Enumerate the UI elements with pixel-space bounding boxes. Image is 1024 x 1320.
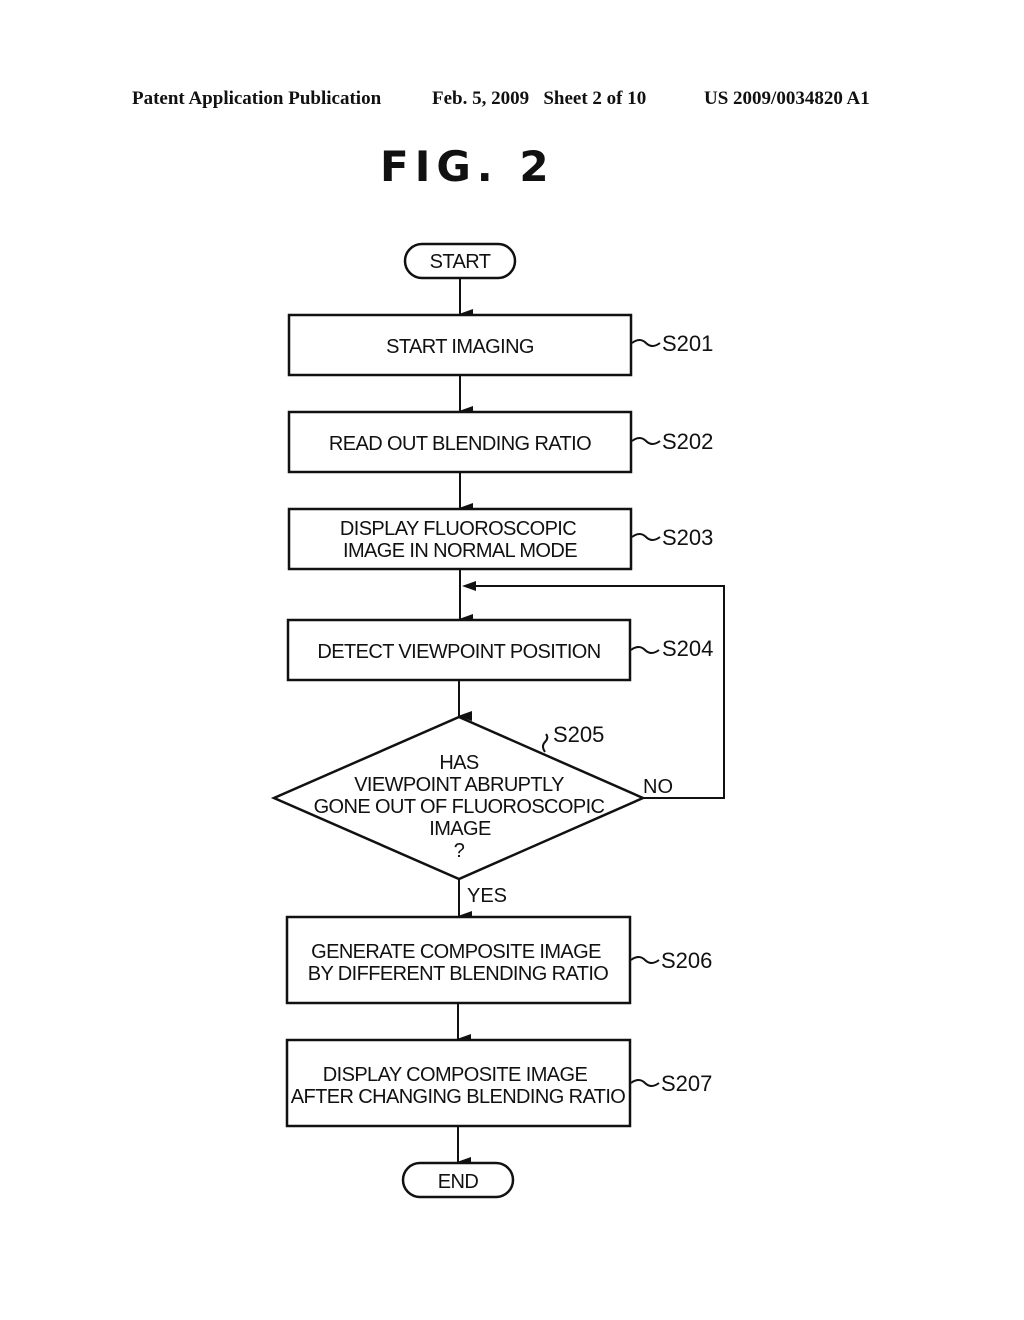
decision-s205-label: S205 [553,722,604,747]
decision-text-line5: ? [454,840,465,862]
step-s203-label: S203 [662,525,713,550]
decision-text-line1: HAS [439,752,479,774]
step-s202-text: READ OUT BLENDING RATIO [329,433,591,455]
leader-s203 [631,533,661,541]
start-label: START [430,251,491,273]
end-terminal: END [401,1161,515,1199]
step-s206-text-line1: GENERATE COMPOSITE IMAGE [311,941,601,963]
yes-branch-label: YES [467,885,507,907]
end-label: END [438,1171,479,1193]
step-s201-text: START IMAGING [386,336,534,358]
step-s202-label: S202 [662,429,713,454]
decision-text-line3: GONE OUT OF FLUOROSCOPIC [314,796,605,818]
decision-s205: HAS VIEWPOINT ABRUPTLY GONE OUT OF FLUOR… [270,715,673,907]
step-s206-text-line2: BY DIFFERENT BLENDING RATIO [308,963,609,985]
decision-text-line2: VIEWPOINT ABRUPTLY [354,774,564,796]
step-s204-text: DETECT VIEWPOINT POSITION [317,641,600,663]
leader-s205 [542,733,549,753]
step-s204-label: S204 [662,636,713,661]
start-terminal: START [403,242,517,280]
step-s203-text-line2: IMAGE IN NORMAL MODE [343,540,577,562]
no-branch-label: NO [643,776,673,798]
step-s204: DETECT VIEWPOINT POSITION S204 [286,618,713,682]
step-s202: READ OUT BLENDING RATIO S202 [287,410,713,474]
leader-s201 [631,339,661,347]
leader-s202 [631,437,661,445]
step-s206-label: S206 [661,948,712,973]
step-s206: GENERATE COMPOSITE IMAGE BY DIFFERENT BL… [285,915,712,1005]
flowchart: START START IMAGING S201 READ OUT BLENDI… [270,242,725,1199]
step-s207: DISPLAY COMPOSITE IMAGE AFTER CHANGING B… [285,1038,712,1128]
no-loop-arrowhead [462,581,476,591]
step-s207-text-line1: DISPLAY COMPOSITE IMAGE [323,1064,588,1086]
step-s201: START IMAGING S201 [287,313,713,377]
step-s203-text-line1: DISPLAY FLUOROSCOPIC [340,518,576,540]
step-s207-label: S207 [661,1071,712,1096]
leader-s207 [630,1079,660,1087]
step-s203: DISPLAY FLUOROSCOPIC IMAGE IN NORMAL MOD… [287,507,713,571]
step-s201-label: S201 [662,331,713,356]
leader-s206 [630,956,660,964]
step-s207-text-line2: AFTER CHANGING BLENDING RATIO [291,1086,626,1108]
leader-s204 [630,646,660,654]
decision-text-line4: IMAGE [429,818,491,840]
